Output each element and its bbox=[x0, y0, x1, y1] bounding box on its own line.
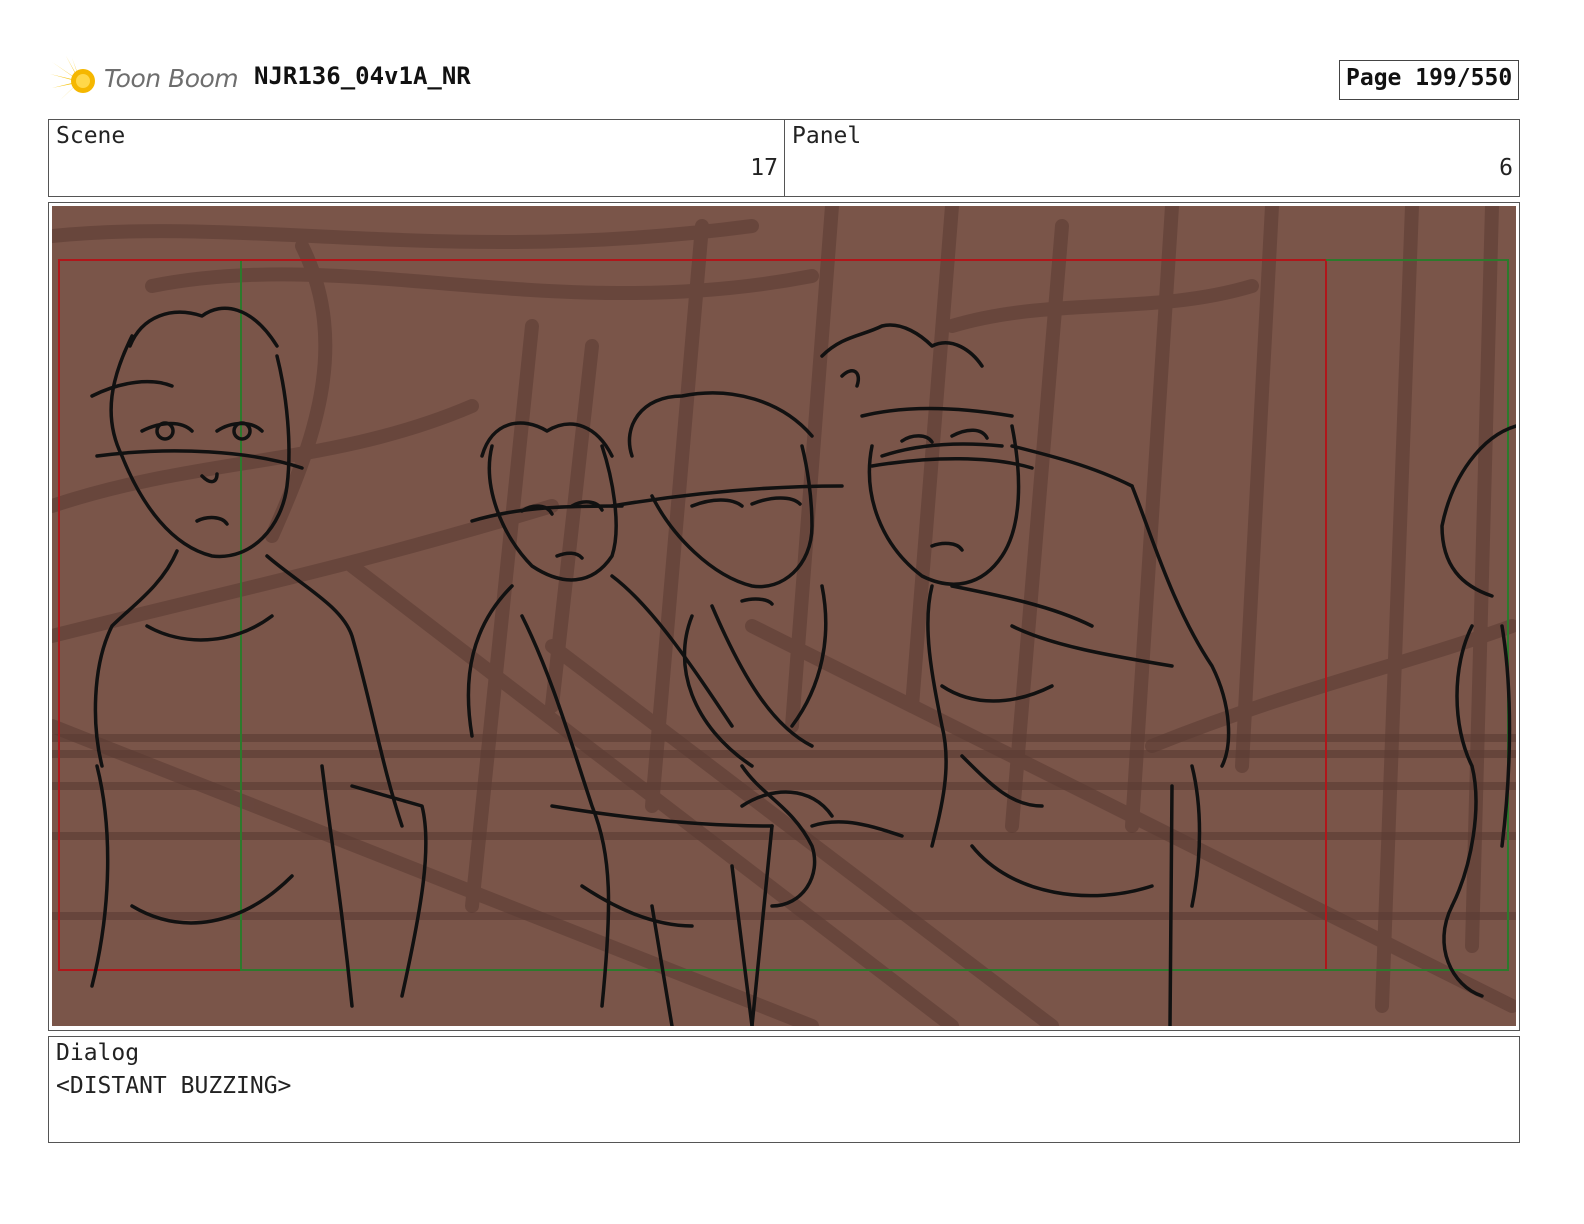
document-title: NJR136_04v1A_NR bbox=[254, 62, 471, 90]
dialog-cell: Dialog <DISTANT BUZZING> bbox=[48, 1036, 1520, 1143]
panel-cell: Panel 6 bbox=[784, 119, 1520, 197]
sketch-drawing bbox=[52, 206, 1516, 1026]
logo-text: Toon Boom bbox=[104, 64, 239, 93]
starburst-icon bbox=[50, 56, 95, 102]
scene-number: 17 bbox=[750, 155, 778, 181]
scene-cell: Scene 17 bbox=[48, 119, 785, 197]
storyboard-artwork bbox=[52, 206, 1516, 1026]
panel-label: Panel bbox=[792, 123, 862, 149]
page-label: Page 199/550 bbox=[1346, 65, 1513, 91]
dialog-label: Dialog bbox=[56, 1040, 140, 1066]
scene-label: Scene bbox=[56, 123, 126, 149]
panel-number: 6 bbox=[1499, 155, 1513, 181]
dialog-text: <DISTANT BUZZING> bbox=[56, 1073, 292, 1099]
page-indicator: Page 199/550 bbox=[1339, 60, 1519, 100]
